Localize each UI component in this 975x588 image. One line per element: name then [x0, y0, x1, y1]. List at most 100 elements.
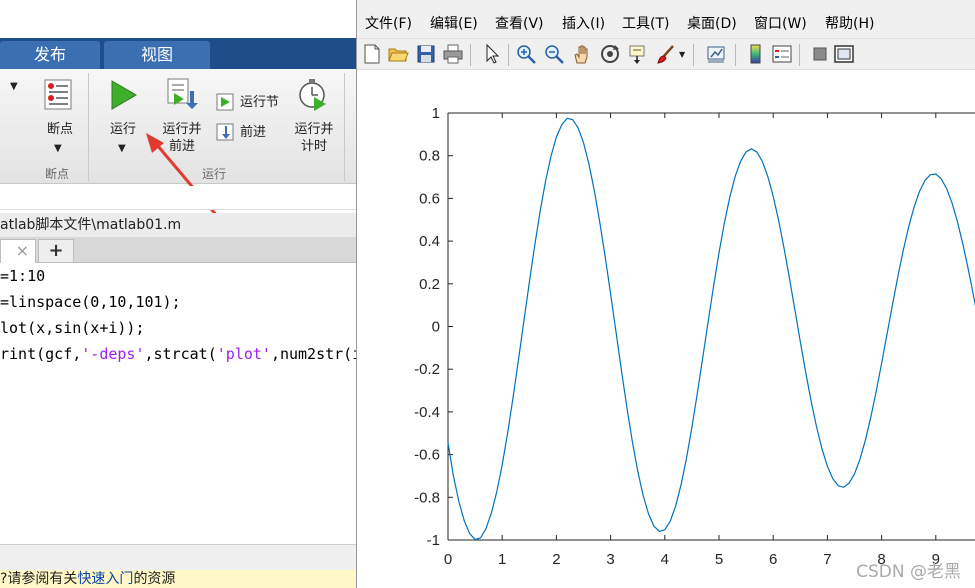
code-line-print: rint(gcf,'-deps',strcat('plot',num2str(i: [0, 342, 356, 366]
data-cursor-icon[interactable]: [627, 43, 649, 65]
zoom-out-icon[interactable]: [543, 43, 565, 65]
breakpoints-icon[interactable]: [44, 79, 74, 111]
brush-icon[interactable]: [655, 43, 677, 65]
group-divider: [88, 73, 89, 181]
link-plot-icon[interactable]: [705, 43, 727, 65]
menu-tools[interactable]: 工具(T): [622, 13, 669, 33]
toolbar-divider: [735, 44, 736, 66]
x-tick-label: 2: [552, 551, 560, 568]
close-icon[interactable]: ×: [16, 241, 29, 260]
menu-help[interactable]: 帮助(H): [825, 13, 874, 33]
y-tick-label: -0.4: [414, 404, 440, 421]
run-and-time-icon[interactable]: [298, 77, 328, 111]
print-icon[interactable]: [442, 43, 464, 65]
y-tick-label: 1: [432, 105, 440, 122]
toolbar-divider: [799, 44, 800, 66]
toolbar-divider: [508, 44, 509, 66]
run-time-line2: 计时: [300, 139, 327, 154]
y-tick-label: -1: [427, 532, 440, 549]
zoom-in-icon[interactable]: [515, 43, 537, 65]
desktop: 发布 视图 ▼ 断点 ▼ 断点 运行 ▼ 运行并 前进 运行节 前进 运行并 计…: [0, 0, 975, 588]
run-section-button[interactable]: 运行节: [240, 94, 284, 111]
pointer-icon[interactable]: [481, 43, 503, 65]
code-text: ,strcat(: [144, 345, 217, 363]
ribbon-toolbar: ▼ 断点 ▼ 断点 运行 ▼ 运行并 前进 运行节 前进 运行并 计时 运行: [0, 69, 356, 256]
ribbon-tab-bar: 发布 视图: [0, 38, 356, 69]
group-divider: [344, 73, 345, 181]
y-tick-label: 0.8: [419, 148, 440, 165]
watermark: CSDN @老黑: [856, 562, 961, 582]
toolbar-divider: [470, 44, 471, 66]
x-tick-label: 4: [661, 551, 669, 568]
run-section-icon[interactable]: [216, 93, 234, 111]
series-line: [447, 117, 975, 541]
horizontal-scrollbar[interactable]: [0, 544, 356, 570]
editor-file-path: atlab脚本文件\matlab01.m: [0, 213, 356, 237]
chevron-down-icon[interactable]: ▼: [10, 81, 18, 92]
figure-toolbar: ▼: [357, 38, 975, 70]
show-tools-icon[interactable]: [833, 43, 855, 65]
address-bar[interactable]: [0, 186, 356, 210]
breakpoints-group-label: 断点: [44, 167, 69, 181]
figure-window: 文件(F) 编辑(E) 查看(V) 插入(I) 工具(T) 桌面(D) 窗口(W…: [356, 0, 975, 588]
run-time-line1: 运行并: [294, 122, 334, 137]
chevron-down-icon[interactable]: ▼: [54, 143, 62, 154]
y-tick-label: 0.4: [419, 233, 440, 250]
plot-canvas[interactable]: -1 -0.8 -0.6 -0.4 -0.2 0 0.2 0.4 0.6 0.8 1 0 1 2 3 4 5 6 7…: [357, 70, 975, 588]
y-tick-label: -0.8: [414, 489, 440, 506]
menu-desktop[interactable]: 桌面(D): [687, 13, 737, 33]
chevron-down-icon[interactable]: ▼: [118, 143, 126, 154]
x-tick-label: 1: [498, 551, 506, 568]
save-icon[interactable]: [415, 43, 437, 65]
menu-file[interactable]: 文件(F): [365, 13, 412, 33]
code-line: lot(x,sin(x+i));: [0, 319, 145, 337]
menu-edit[interactable]: 编辑(E): [430, 13, 478, 33]
status-text: ?请参阅有关: [0, 571, 78, 587]
tab-view[interactable]: 视图: [104, 41, 210, 69]
hide-tools-icon[interactable]: [809, 43, 831, 65]
run-and-advance-icon[interactable]: [166, 77, 198, 111]
run-icon[interactable]: [108, 79, 138, 111]
matlab-editor-window: 发布 视图 ▼ 断点 ▼ 断点 运行 ▼ 运行并 前进 运行节 前进 运行并 计…: [0, 0, 356, 588]
rotate-3d-icon[interactable]: [599, 43, 621, 65]
toolbar-divider: [693, 44, 694, 66]
code-text: ,num2str(i: [270, 345, 356, 363]
x-tick-label: 5: [715, 551, 723, 568]
new-figure-icon[interactable]: [361, 43, 383, 65]
editor-tab-strip: × +: [0, 237, 356, 263]
menu-window[interactable]: 窗口(W): [754, 13, 807, 33]
run-and-time-button[interactable]: 运行并 计时: [290, 121, 338, 155]
code-string: 'plot': [216, 345, 271, 363]
y-tick-label: 0.6: [419, 190, 440, 207]
x-tick-label: 0: [444, 551, 452, 568]
editor-file-tab[interactable]: ×: [0, 239, 36, 263]
y-tick-label: -0.2: [414, 361, 440, 378]
pan-hand-icon[interactable]: [571, 43, 593, 65]
tab-publish[interactable]: 发布: [0, 41, 100, 69]
menu-insert[interactable]: 插入(I): [562, 13, 605, 33]
status-bar: ?请参阅有关快速入门的资源: [0, 570, 356, 588]
colorbar-icon[interactable]: [745, 43, 767, 65]
chevron-down-icon[interactable]: ▼: [679, 50, 685, 59]
code-string: '-deps': [81, 345, 145, 363]
line-plot[interactable]: -1 -0.8 -0.6 -0.4 -0.2 0 0.2 0.4 0.6 0.8 1 0 1 2 3 4 5 6 7…: [357, 70, 975, 588]
code-text: rint(gcf,: [0, 345, 82, 363]
x-tick-label: 7: [823, 551, 831, 568]
code-line: =1:10: [0, 267, 46, 285]
y-tick-label: 0.2: [419, 276, 440, 293]
title-strip: [0, 0, 356, 38]
code-line: =linspace(0,10,101);: [0, 293, 181, 311]
x-tick-label: 6: [769, 551, 777, 568]
y-tick-label: 0: [432, 319, 440, 336]
getting-started-link[interactable]: 快速入门: [77, 571, 133, 587]
code-editor[interactable]: =1:10 =linspace(0,10,101); lot(x,sin(x+i…: [0, 264, 356, 544]
add-tab-button[interactable]: +: [38, 239, 74, 263]
open-file-icon[interactable]: [387, 43, 409, 65]
figure-menubar: 文件(F) 编辑(E) 查看(V) 插入(I) 工具(T) 桌面(D) 窗口(W…: [357, 10, 975, 36]
status-text-end: 的资源: [133, 571, 176, 587]
legend-icon[interactable]: [771, 43, 793, 65]
menu-view[interactable]: 查看(V): [495, 13, 544, 33]
x-tick-label: 3: [606, 551, 614, 568]
breakpoints-button[interactable]: 断点: [36, 121, 84, 138]
y-tick-label: -0.6: [414, 447, 440, 464]
